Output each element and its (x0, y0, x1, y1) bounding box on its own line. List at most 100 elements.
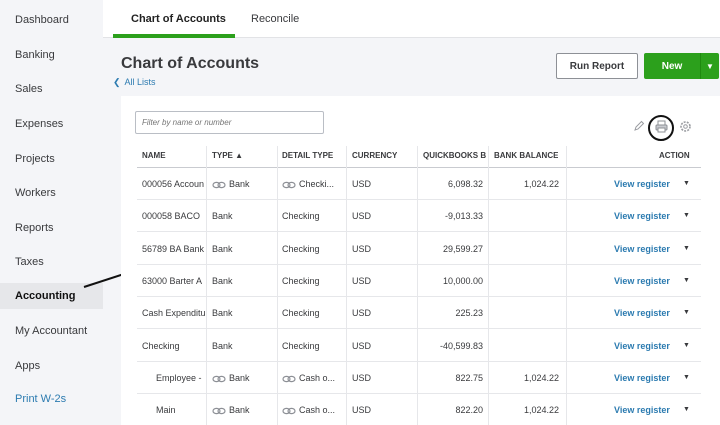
cell-name: 56789 BA Bank (142, 244, 205, 254)
table-row[interactable]: Main Bank Cash o... USD 822.20 1,024.22 … (137, 394, 701, 425)
view-register-link[interactable]: View register (614, 211, 670, 221)
cell-currency: USD (352, 276, 372, 286)
sidebar-item-apps[interactable]: Apps (15, 360, 40, 372)
chevron-left-icon: ❮ (113, 77, 121, 87)
view-register-link[interactable]: View register (614, 244, 670, 254)
cell-type-label: Bank (229, 179, 250, 189)
action-dropdown-caret-icon[interactable]: ▼ (683, 212, 690, 219)
search-input[interactable] (135, 111, 324, 134)
view-register-link[interactable]: View register (614, 373, 670, 383)
cell-detail-type: Checki... (282, 179, 344, 189)
sidebar-item-workers[interactable]: Workers (15, 187, 56, 199)
new-button[interactable]: New ▼ (644, 53, 719, 79)
cell-detail-type: Checking (282, 341, 320, 351)
action-dropdown-caret-icon[interactable]: ▼ (683, 342, 690, 349)
column-header-type[interactable]: TYPE ▲ (212, 151, 243, 160)
new-button-label: New (661, 60, 683, 72)
cell-quickbooks-balance: 822.20 (455, 405, 483, 415)
cell-type-label: Bank (229, 373, 250, 383)
action-dropdown-caret-icon[interactable]: ▼ (683, 406, 690, 413)
edit-icon[interactable] (630, 117, 648, 135)
action-dropdown-caret-icon[interactable]: ▼ (683, 245, 690, 252)
sidebar-item-projects[interactable]: Projects (15, 153, 55, 165)
linked-bank-icon (282, 375, 296, 382)
table-row[interactable]: 56789 BA Bank Bank Checking USD 29,599.2… (137, 233, 701, 265)
column-header-quickbooks-balance[interactable]: QUICKBOOKS B (423, 151, 487, 160)
column-header-currency[interactable]: CURRENCY (352, 151, 397, 160)
sidebar-item-dashboard[interactable]: Dashboard (15, 14, 69, 26)
table-row[interactable]: 63000 Barter A Bank Checking USD 10,000.… (137, 265, 701, 297)
cell-type: Bank (212, 405, 250, 415)
view-register-link[interactable]: View register (614, 276, 670, 286)
cell-name: Checking (142, 341, 180, 351)
cell-currency: USD (352, 308, 372, 318)
cell-currency: USD (352, 373, 372, 383)
cell-type: Bank (212, 244, 233, 254)
linked-bank-icon (212, 375, 226, 382)
view-register-link[interactable]: View register (614, 405, 670, 415)
cell-currency: USD (352, 244, 372, 254)
tab-reconcile[interactable]: Reconcile (251, 13, 299, 25)
cell-name: Employee - (156, 373, 202, 383)
cell-quickbooks-balance: 225.23 (455, 308, 483, 318)
cell-quickbooks-balance: 10,000.00 (442, 276, 483, 286)
cell-quickbooks-balance: 822.75 (455, 373, 483, 383)
cell-name: 000058 BACO (142, 211, 201, 221)
sidebar-item-my-accountant[interactable]: My Accountant (15, 325, 87, 337)
run-report-button[interactable]: Run Report (556, 53, 638, 79)
table-row[interactable]: Employee - Bank Cash o... USD 822.75 1,0… (137, 362, 701, 394)
action-dropdown-caret-icon[interactable]: ▼ (683, 277, 690, 284)
linked-bank-icon (212, 407, 226, 414)
linked-bank-icon (282, 181, 296, 188)
cell-type: Bank (212, 308, 233, 318)
cell-detail-label: Cash o... (299, 373, 336, 383)
view-register-link[interactable]: View register (614, 308, 670, 318)
all-lists-link[interactable]: ❮ All Lists (113, 77, 156, 88)
table-row[interactable]: 000058 BACO Bank Checking USD -9,013.33 … (137, 200, 701, 232)
settings-icon[interactable] (676, 117, 694, 135)
sidebar-item-sales[interactable]: Sales (15, 83, 43, 95)
view-register-link[interactable]: View register (614, 341, 670, 351)
tab-chart-of-accounts[interactable]: Chart of Accounts (131, 13, 226, 25)
cell-bank-balance: 1,024.22 (523, 373, 559, 383)
page-title: Chart of Accounts (121, 55, 260, 72)
table-row[interactable]: Checking Bank Checking USD -40,599.83 Vi… (137, 330, 701, 362)
sidebar-item-taxes[interactable]: Taxes (15, 256, 44, 268)
sidebar: Dashboard Banking Sales Expenses Project… (0, 0, 103, 425)
cell-quickbooks-balance: 29,599.27 (442, 244, 483, 254)
sidebar-item-banking[interactable]: Banking (15, 49, 55, 61)
cell-name: 63000 Barter A (142, 276, 203, 286)
cell-currency: USD (352, 405, 372, 415)
table-row[interactable]: 000056 Accoun Bank Checki... USD 6,098.3… (137, 168, 701, 200)
all-lists-label: All Lists (124, 77, 156, 87)
column-header-name[interactable]: NAME (142, 151, 166, 160)
cell-type-label: Bank (229, 405, 250, 415)
cell-type: Bank (212, 341, 233, 351)
cell-currency: USD (352, 211, 372, 221)
cell-type: Bank (212, 373, 250, 383)
new-dropdown-caret-icon[interactable]: ▼ (701, 62, 719, 71)
active-tab-indicator (113, 34, 235, 38)
sidebar-item-print-w2s[interactable]: Print W-2s (15, 393, 66, 405)
column-header-detail-type[interactable]: DETAIL TYPE (282, 151, 333, 160)
action-dropdown-caret-icon[interactable]: ▼ (683, 374, 690, 381)
column-header-bank-balance[interactable]: BANK BALANCE (494, 151, 558, 160)
sidebar-item-accounting[interactable]: Accounting (15, 290, 76, 302)
cell-type: Bank (212, 179, 250, 189)
action-dropdown-caret-icon[interactable]: ▼ (683, 309, 690, 316)
sidebar-item-expenses[interactable]: Expenses (15, 118, 63, 130)
cell-type: Bank (212, 276, 233, 286)
table-row[interactable]: Cash Expenditu Bank Checking USD 225.23 … (137, 297, 701, 329)
cell-currency: USD (352, 341, 372, 351)
cell-quickbooks-balance: -40,599.83 (439, 341, 483, 351)
table-header: NAME TYPE ▲ DETAIL TYPE CURRENCY QUICKBO… (137, 146, 701, 168)
action-dropdown-caret-icon[interactable]: ▼ (683, 180, 690, 187)
sidebar-item-reports[interactable]: Reports (15, 222, 54, 234)
cell-detail-label: Checki... (299, 179, 335, 189)
cell-bank-balance: 1,024.22 (523, 179, 559, 189)
cell-type: Bank (212, 211, 233, 221)
cell-name: Cash Expenditu (142, 308, 206, 318)
cell-name: 000056 Accoun (142, 179, 205, 189)
view-register-link[interactable]: View register (614, 179, 670, 189)
linked-bank-icon (282, 407, 296, 414)
